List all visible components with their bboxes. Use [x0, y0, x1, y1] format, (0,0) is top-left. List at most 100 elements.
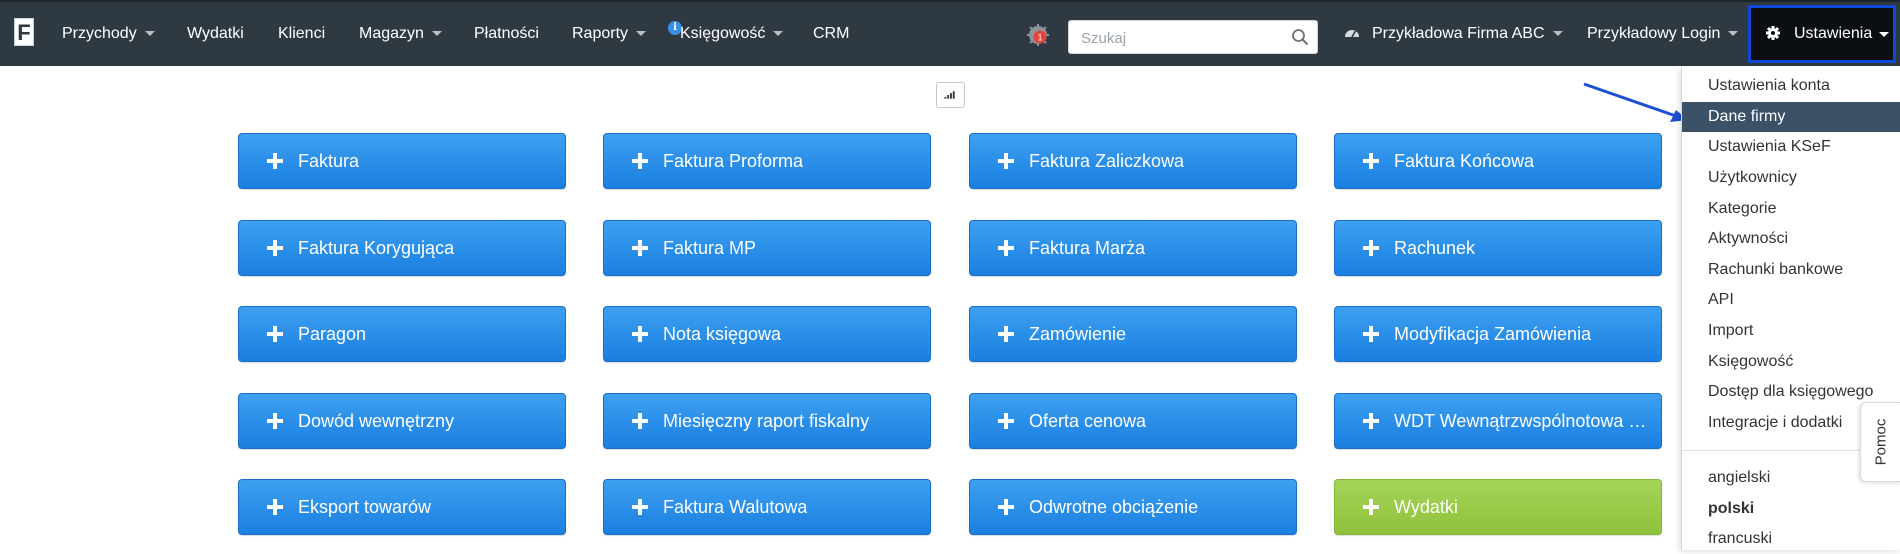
- nav-klienci[interactable]: Klienci: [278, 2, 325, 66]
- new-modyfikacja-zamówienia-button[interactable]: Modyfikacja Zamówienia: [1334, 306, 1662, 362]
- menu-item-uzytkownicy[interactable]: Użytkownicy: [1682, 163, 1900, 193]
- tile-label: Zamówienie: [1029, 324, 1127, 344]
- nav-ksiegowosc[interactable]: Księgowość: [680, 2, 784, 66]
- new-faktura-zaliczkowa-button[interactable]: Faktura Zaliczkowa: [969, 133, 1297, 189]
- search-icon[interactable]: [1291, 28, 1309, 46]
- language-option-polski[interactable]: polski: [1682, 494, 1900, 524]
- help-tab[interactable]: Pomoc: [1860, 402, 1900, 482]
- gear-icon: [1766, 26, 1780, 40]
- chevron-down-icon: [431, 31, 442, 37]
- new-faktura-button[interactable]: Faktura: [238, 133, 566, 189]
- new-faktura-końcowa-button[interactable]: Faktura Końcowa: [1334, 133, 1662, 189]
- plus-icon: [1363, 240, 1379, 256]
- new-miesięczny-raport-fiskalny-button[interactable]: Miesięczny raport fiskalny: [603, 393, 931, 449]
- nav-magazyn[interactable]: Magazyn: [359, 2, 442, 66]
- tile-label: Rachunek: [1394, 238, 1476, 258]
- new-wydatki-button[interactable]: Wydatki: [1334, 479, 1662, 535]
- plus-icon: [998, 153, 1014, 169]
- tile-label: Nota księgowa: [663, 324, 782, 344]
- menu-item-ustawienia-ksef[interactable]: Ustawienia KSeF: [1682, 132, 1900, 162]
- plus-icon: [267, 326, 283, 342]
- nav-przychody[interactable]: Przychody: [62, 2, 155, 66]
- new-odwrotne-obciążenie-button[interactable]: Odwrotne obciążenie: [969, 479, 1297, 535]
- nav-przychody-label: Przychody: [62, 25, 137, 42]
- tile-label: Faktura Końcowa: [1394, 151, 1535, 171]
- new-wdt-wewnątrzwspólnotowa-button[interactable]: WDT Wewnątrzwspólnotowa …: [1334, 393, 1662, 449]
- nav-klienci-label: Klienci: [278, 25, 326, 42]
- new-eksport-towarów-button[interactable]: Eksport towarów: [238, 479, 566, 535]
- search-box: [1068, 20, 1318, 55]
- plus-icon: [632, 326, 648, 342]
- settings-button[interactable]: Ustawienia: [1748, 5, 1896, 63]
- nav-wydatki[interactable]: Wydatki: [187, 2, 244, 66]
- tile-label: Odwrotne obciążenie: [1029, 497, 1199, 517]
- nav-ksiegowosc-label: Księgowość: [680, 25, 766, 42]
- tile-label: Faktura Proforma: [663, 151, 804, 171]
- tile-label: Paragon: [298, 324, 367, 344]
- new-dowód-wewnętrzny-button[interactable]: Dowód wewnętrzny: [238, 393, 566, 449]
- plus-icon: [1363, 413, 1379, 429]
- tile-label: Modyfikacja Zamówienia: [1394, 324, 1592, 344]
- nav-wydatki-label: Wydatki: [187, 25, 244, 42]
- plus-icon: [632, 413, 648, 429]
- new-faktura-korygująca-button[interactable]: Faktura Korygująca: [238, 220, 566, 276]
- app-logo[interactable]: F: [14, 18, 34, 46]
- plus-icon: [267, 153, 283, 169]
- tile-label: Wydatki: [1394, 497, 1458, 517]
- menu-item-kategorie[interactable]: Kategorie: [1682, 194, 1900, 224]
- menu-item-ustawienia-konta[interactable]: Ustawienia konta: [1682, 71, 1900, 101]
- new-nota-księgowa-button[interactable]: Nota księgowa: [603, 306, 931, 362]
- tile-label: Dowód wewnętrzny: [298, 411, 455, 431]
- tile-label: WDT Wewnątrzwspólnotowa …: [1394, 411, 1647, 431]
- annotation-arrow-icon: [1583, 82, 1688, 122]
- plus-icon: [632, 153, 648, 169]
- top-navbar: F Przychody Wydatki Klienci Magazyn Płat…: [0, 0, 1900, 66]
- plus-icon: [998, 499, 1014, 515]
- stats-toggle-button[interactable]: [936, 82, 965, 108]
- menu-item-ksiegowosc[interactable]: Księgowość: [1682, 347, 1900, 377]
- new-oferta-cenowa-button[interactable]: Oferta cenowa: [969, 393, 1297, 449]
- tile-label: Faktura Korygująca: [298, 238, 455, 258]
- search-input[interactable]: [1079, 21, 1283, 55]
- new-paragon-button[interactable]: Paragon: [238, 306, 566, 362]
- plus-icon: [998, 413, 1014, 429]
- nav-magazyn-label: Magazyn: [359, 25, 424, 42]
- notification-status-icon[interactable]: 1: [1027, 24, 1049, 46]
- menu-item-aktywnosci[interactable]: Aktywności: [1682, 224, 1900, 254]
- new-rachunek-button[interactable]: Rachunek: [1334, 220, 1662, 276]
- dashboard-gauge-icon: [1345, 30, 1359, 38]
- new-zamówienie-button[interactable]: Zamówienie: [969, 306, 1297, 362]
- tile-label: Faktura: [298, 151, 360, 171]
- nav-platnosci[interactable]: Płatności: [474, 2, 539, 66]
- new-faktura-proforma-button[interactable]: Faktura Proforma: [603, 133, 931, 189]
- new-faktura-marża-button[interactable]: Faktura Marża: [969, 220, 1297, 276]
- plus-icon: [1363, 499, 1379, 515]
- menu-item-rachunki-bankowe[interactable]: Rachunki bankowe: [1682, 255, 1900, 285]
- tile-label: Oferta cenowa: [1029, 411, 1147, 431]
- tile-label: Faktura Zaliczkowa: [1029, 151, 1185, 171]
- nav-crm[interactable]: CRM: [813, 2, 849, 66]
- company-switcher[interactable]: Przykładowa Firma ABC: [1344, 2, 1563, 66]
- menu-item-api[interactable]: API: [1682, 285, 1900, 315]
- tile-label: Miesięczny raport fiskalny: [663, 411, 870, 431]
- chevron-down-icon: [1728, 31, 1739, 37]
- nav-raporty[interactable]: Raporty: [572, 2, 647, 66]
- settings-label: Ustawienia: [1794, 25, 1873, 42]
- nav-platnosci-label: Płatności: [474, 25, 539, 42]
- user-menu[interactable]: Przykładowy Login: [1587, 2, 1739, 66]
- nav-raporty-label: Raporty: [572, 25, 629, 42]
- new-faktura-walutowa-button[interactable]: Faktura Walutowa: [603, 479, 931, 535]
- user-login-label: Przykładowy Login: [1587, 25, 1721, 42]
- chevron-down-icon: [1879, 32, 1889, 37]
- plus-icon: [267, 499, 283, 515]
- tile-label: Faktura Walutowa: [663, 497, 808, 517]
- chevron-down-icon: [1552, 31, 1563, 37]
- menu-item-dane-firmy[interactable]: Dane firmy: [1682, 102, 1900, 132]
- tile-label: Faktura MP: [663, 238, 757, 258]
- tile-label: Eksport towarów: [298, 497, 432, 517]
- new-faktura-mp-button[interactable]: Faktura MP: [603, 220, 931, 276]
- menu-item-import[interactable]: Import: [1682, 316, 1900, 346]
- notification-count: 1: [1037, 33, 1042, 43]
- plus-icon: [998, 240, 1014, 256]
- nav-crm-label: CRM: [813, 25, 850, 42]
